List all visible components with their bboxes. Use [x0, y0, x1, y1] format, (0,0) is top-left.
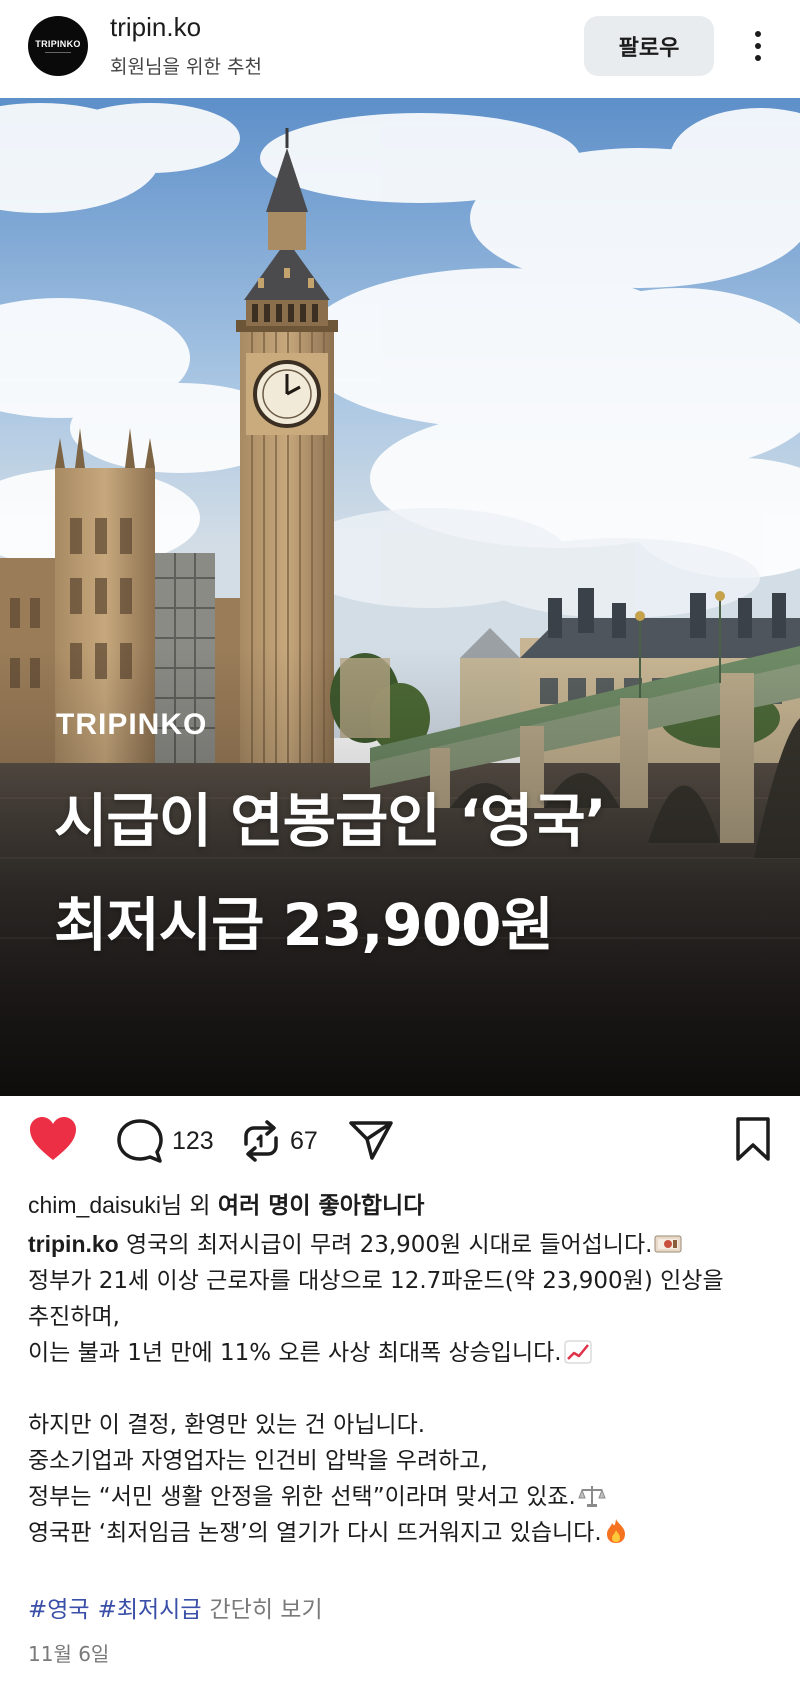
caption-text: 영국판 ‘최저임금 논쟁’의 열기가 다시 뜨거워지고 있습니다. [28, 1520, 602, 1546]
repost-count: 67 [290, 1126, 318, 1155]
account-name[interactable]: tripin.ko [110, 12, 201, 43]
caption-text: 이는 불과 1년 만에 11% 오른 사상 최대폭 상승입니다. [28, 1340, 562, 1366]
caption-line: 추진하며, [28, 1304, 120, 1330]
follow-button[interactable]: 팔로우 [584, 16, 714, 76]
more-dot [755, 43, 761, 49]
fire-emoji-icon [604, 1518, 632, 1543]
post-caption: tripin.ko 영국의 최저시급이 무려 23,900원 시대로 들어섭니다… [28, 1226, 778, 1551]
hashtags: #영국 #최저시급 간단히 보기 [28, 1590, 323, 1624]
comment-icon [117, 1119, 163, 1163]
liker-username[interactable]: chim_daisuki [28, 1192, 161, 1218]
suggested-label: 회원님을 위한 추천 [110, 56, 262, 78]
post-image[interactable]: TRIPINKO 시급이 연봉급인 ‘영국’ 최저시급 23,900원 [0, 98, 800, 1096]
caption-line: 정부는 “서민 생활 안정을 위한 선택”이라며 맞서고 있죠. [28, 1479, 778, 1515]
headline-line-1: 시급이 연봉급인 ‘영국’ [54, 787, 607, 855]
headline-line-2: 최저시급 23,900원 [54, 891, 554, 959]
caption-username[interactable]: tripin.ko [28, 1231, 119, 1257]
more-dot [755, 31, 761, 37]
show-less-link[interactable]: 간단히 보기 [210, 1597, 323, 1623]
caption-line: 중소기업과 자영업자는 인건비 압박을 우려하고, [28, 1448, 488, 1474]
action-bar: 123 67 [0, 1096, 800, 1188]
repost-button[interactable]: 67 [240, 1118, 318, 1164]
more-options-icon[interactable] [744, 22, 772, 70]
caption-line: tripin.ko 영국의 최저시급이 무려 23,900원 시대로 들어섭니다… [28, 1226, 778, 1263]
hashtag-link[interactable]: #최저시급 [98, 1597, 202, 1623]
caption-line: 정부가 21세 이상 근로자를 대상으로 12.7파운드(약 23,900원) … [28, 1268, 724, 1294]
repost-icon [244, 1120, 278, 1162]
avatar-underline [45, 52, 71, 53]
more-dot [755, 55, 761, 61]
money-emoji-icon [654, 1231, 682, 1255]
avatar[interactable]: TRIPINKO [28, 16, 88, 76]
caption-text: 영국의 최저시급이 무려 23,900원 시대로 들어섭니다. [118, 1232, 653, 1258]
comment-button[interactable]: 123 [116, 1118, 214, 1164]
hashtag-link[interactable]: #영국 [28, 1597, 90, 1623]
comment-count: 123 [172, 1126, 214, 1155]
likes-text: 님 외 [160, 1193, 218, 1219]
post-date: 11월 6일 [28, 1642, 110, 1666]
caption-text: 정부는 “서민 생활 안정을 위한 선택”이라며 맞서고 있죠. [28, 1484, 576, 1510]
send-icon [349, 1121, 393, 1160]
balance-scale-emoji-icon [578, 1483, 606, 1507]
like-button[interactable] [28, 1116, 78, 1162]
save-button[interactable] [734, 1116, 772, 1162]
share-button[interactable] [348, 1118, 394, 1162]
chart-up-emoji-icon [564, 1339, 592, 1364]
caption-line: 하지만 이 결정, 환영만 있는 건 아닙니다. [28, 1412, 426, 1438]
post-header: TRIPINKO tripin.ko 회원님을 위한 추천 팔로우 [0, 0, 800, 98]
likes-summary[interactable]: chim_daisuki님 외 여러 명이 좋아합니다 [28, 1186, 424, 1220]
brand-watermark: TRIPINKO [56, 708, 208, 741]
avatar-logo-text: TRIPINKO [35, 39, 81, 49]
caption-line: 이는 불과 1년 만에 11% 오른 사상 최대폭 상승입니다. [28, 1335, 778, 1371]
caption-line: 영국판 ‘최저임금 논쟁’의 열기가 다시 뜨거워지고 있습니다. [28, 1515, 778, 1551]
bookmark-icon [736, 1117, 770, 1161]
likes-others[interactable]: 여러 명이 좋아합니다 [218, 1193, 424, 1219]
heart-filled-icon [30, 1117, 76, 1160]
